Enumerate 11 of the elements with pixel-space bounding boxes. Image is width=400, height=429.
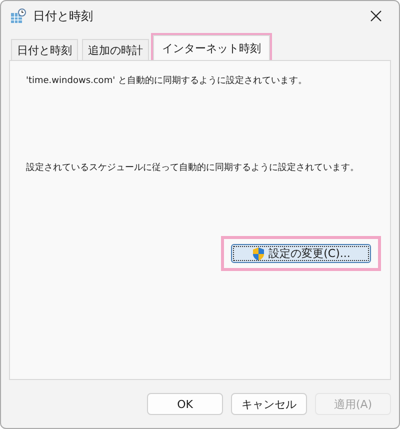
schedule-text: 設定されているスケジュールに従って自動的に同期するように設定されています。: [26, 162, 360, 174]
tab[interactable]: 日付と時刻: [11, 39, 78, 60]
close-icon: [370, 10, 382, 22]
dialog-button[interactable]: キャンセル: [231, 393, 307, 415]
tab[interactable]: インターネット時刻: [153, 35, 270, 60]
change-settings-button[interactable]: 設定の変更(C)...: [231, 244, 371, 263]
dialog-button[interactable]: OK: [147, 393, 223, 415]
shield-icon: [252, 246, 265, 260]
sync-status-text: 'time.windows.com' と自動的に同期するように設定されています。: [26, 75, 308, 87]
tab[interactable]: 追加の時計: [82, 39, 149, 60]
window-title: 日付と時刻: [33, 8, 94, 24]
